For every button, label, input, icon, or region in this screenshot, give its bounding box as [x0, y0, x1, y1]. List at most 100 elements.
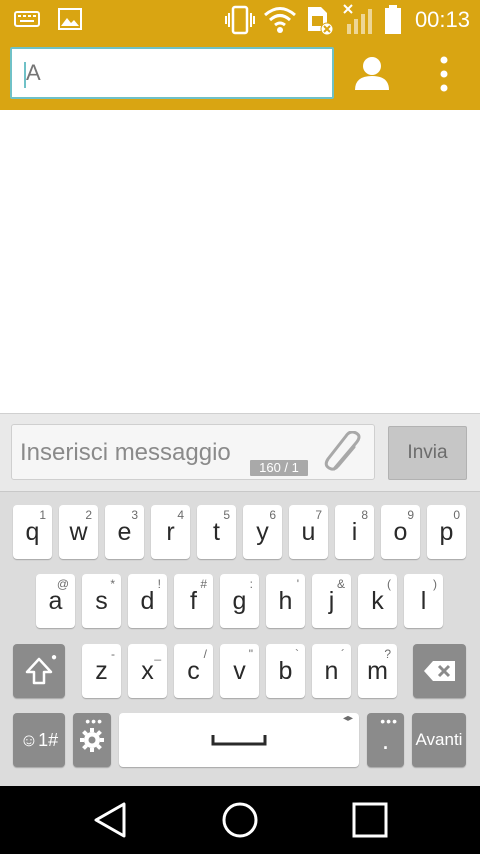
- shift-key[interactable]: ●: [13, 644, 65, 698]
- period-key[interactable]: . •••: [367, 713, 404, 767]
- key-g[interactable]: g:: [220, 574, 259, 628]
- key-hint: /: [203, 647, 207, 661]
- key-c[interactable]: c /: [174, 644, 213, 698]
- key-a[interactable]: a @: [36, 574, 75, 628]
- key-hint: :: [249, 577, 253, 591]
- key-z[interactable]: z-: [82, 644, 121, 698]
- clock: 00:13: [414, 7, 470, 32]
- key-o[interactable]: o9: [381, 505, 420, 559]
- recipient-field[interactable]: [10, 47, 334, 99]
- signal-off-icon: [343, 4, 372, 34]
- key-k[interactable]: k(: [358, 574, 397, 628]
- key-label: c: [187, 656, 200, 685]
- key-label: z: [95, 656, 108, 685]
- key-s[interactable]: s *: [82, 574, 121, 628]
- recents-icon[interactable]: [348, 798, 392, 842]
- key-r[interactable]: r4: [151, 505, 190, 559]
- key-hint: 6: [269, 508, 276, 522]
- message-field[interactable]: 160 / 1: [11, 424, 375, 480]
- key-hint: `: [295, 647, 299, 661]
- key-hint: 7: [315, 508, 322, 522]
- image-icon: [58, 8, 82, 30]
- key-label: v: [233, 656, 246, 685]
- key-hint: 0: [453, 508, 460, 522]
- key-hint: 5: [223, 508, 230, 522]
- key-hint: 3: [131, 508, 138, 522]
- key-label: y: [256, 517, 269, 546]
- key-label: g: [232, 586, 247, 615]
- key-label: h: [278, 586, 293, 615]
- backspace-key[interactable]: [413, 644, 466, 698]
- character-counter: 160 / 1: [250, 460, 308, 476]
- key-y[interactable]: y6: [243, 505, 282, 559]
- paperclip-icon[interactable]: [320, 431, 370, 475]
- key-label: x: [141, 656, 154, 685]
- key-label: e: [117, 517, 132, 546]
- key-f[interactable]: f #: [174, 574, 213, 628]
- key-m[interactable]: m?: [358, 644, 397, 698]
- status-bar: 00:13: [0, 0, 480, 40]
- key-label: r: [166, 517, 175, 546]
- key-label: p: [439, 517, 454, 546]
- gear-icon: [80, 728, 104, 752]
- key-label: f: [190, 586, 197, 615]
- backspace-icon: [423, 661, 455, 681]
- recipient-input[interactable]: [12, 49, 332, 97]
- shift-arrow-icon: [25, 657, 53, 685]
- space-bar-icon: [211, 735, 267, 746]
- send-button[interactable]: Invia: [388, 426, 467, 480]
- enter-key[interactable]: Avanti: [412, 713, 466, 767]
- key-hint: *: [110, 577, 115, 591]
- composer-bar: 160 / 1 Invia: [0, 413, 480, 492]
- key-label: u: [301, 517, 316, 546]
- key-d[interactable]: d!: [128, 574, 167, 628]
- back-icon[interactable]: [88, 798, 132, 842]
- key-i[interactable]: i8: [335, 505, 374, 559]
- key-hint: 2: [85, 508, 92, 522]
- battery-icon: [384, 5, 401, 34]
- key-w[interactable]: w2: [59, 505, 98, 559]
- key-label: i: [351, 517, 358, 546]
- key-hint: @: [56, 577, 69, 591]
- key-b[interactable]: b `: [266, 644, 305, 698]
- vibrate-icon: [224, 5, 255, 35]
- key-label: b: [278, 656, 293, 685]
- key-label: k: [371, 586, 384, 615]
- key-label: s: [95, 586, 108, 615]
- key-label: o: [393, 517, 408, 546]
- space-key[interactable]: ◂▸: [119, 713, 359, 767]
- key-h[interactable]: h ': [266, 574, 305, 628]
- key-j[interactable]: j &: [312, 574, 351, 628]
- key-n[interactable]: n ´: [312, 644, 351, 698]
- home-icon[interactable]: [218, 798, 262, 842]
- sim-off-icon: [307, 7, 334, 36]
- key-e[interactable]: e3: [105, 505, 144, 559]
- key-hint: ): [433, 577, 437, 591]
- key-t[interactable]: t5: [197, 505, 236, 559]
- navigation-bar: [0, 786, 480, 854]
- key-v[interactable]: v ": [220, 644, 259, 698]
- key-hint: 8: [361, 508, 368, 522]
- settings-key[interactable]: •••: [73, 713, 111, 767]
- app-bar: [0, 40, 480, 110]
- wifi-icon: [263, 7, 296, 33]
- person-icon[interactable]: [352, 54, 392, 94]
- key-hint: ': [296, 577, 299, 591]
- key-hint: 1: [39, 508, 46, 522]
- key-label: n: [324, 656, 339, 685]
- key-q[interactable]: q1: [13, 505, 52, 559]
- text-caret: [24, 62, 26, 88]
- key-label: q: [25, 517, 40, 546]
- key-hint: 9: [407, 508, 414, 522]
- key-u[interactable]: u7: [289, 505, 328, 559]
- key-l[interactable]: l): [404, 574, 443, 628]
- keyboard: q1w2e3r4t5y6u7i8o9p0 a @ s * d! f # g: h ' j & k(l) …: [0, 491, 480, 787]
- key-label: t: [213, 517, 220, 546]
- symbols-key[interactable]: ☺1#: [13, 713, 65, 767]
- key-hint: #: [200, 577, 207, 591]
- key-hint: !: [157, 577, 161, 591]
- key-p[interactable]: p0: [427, 505, 466, 559]
- more-vertical-icon[interactable]: [430, 54, 458, 98]
- key-x[interactable]: x _: [128, 644, 167, 698]
- key-hint: 4: [177, 508, 184, 522]
